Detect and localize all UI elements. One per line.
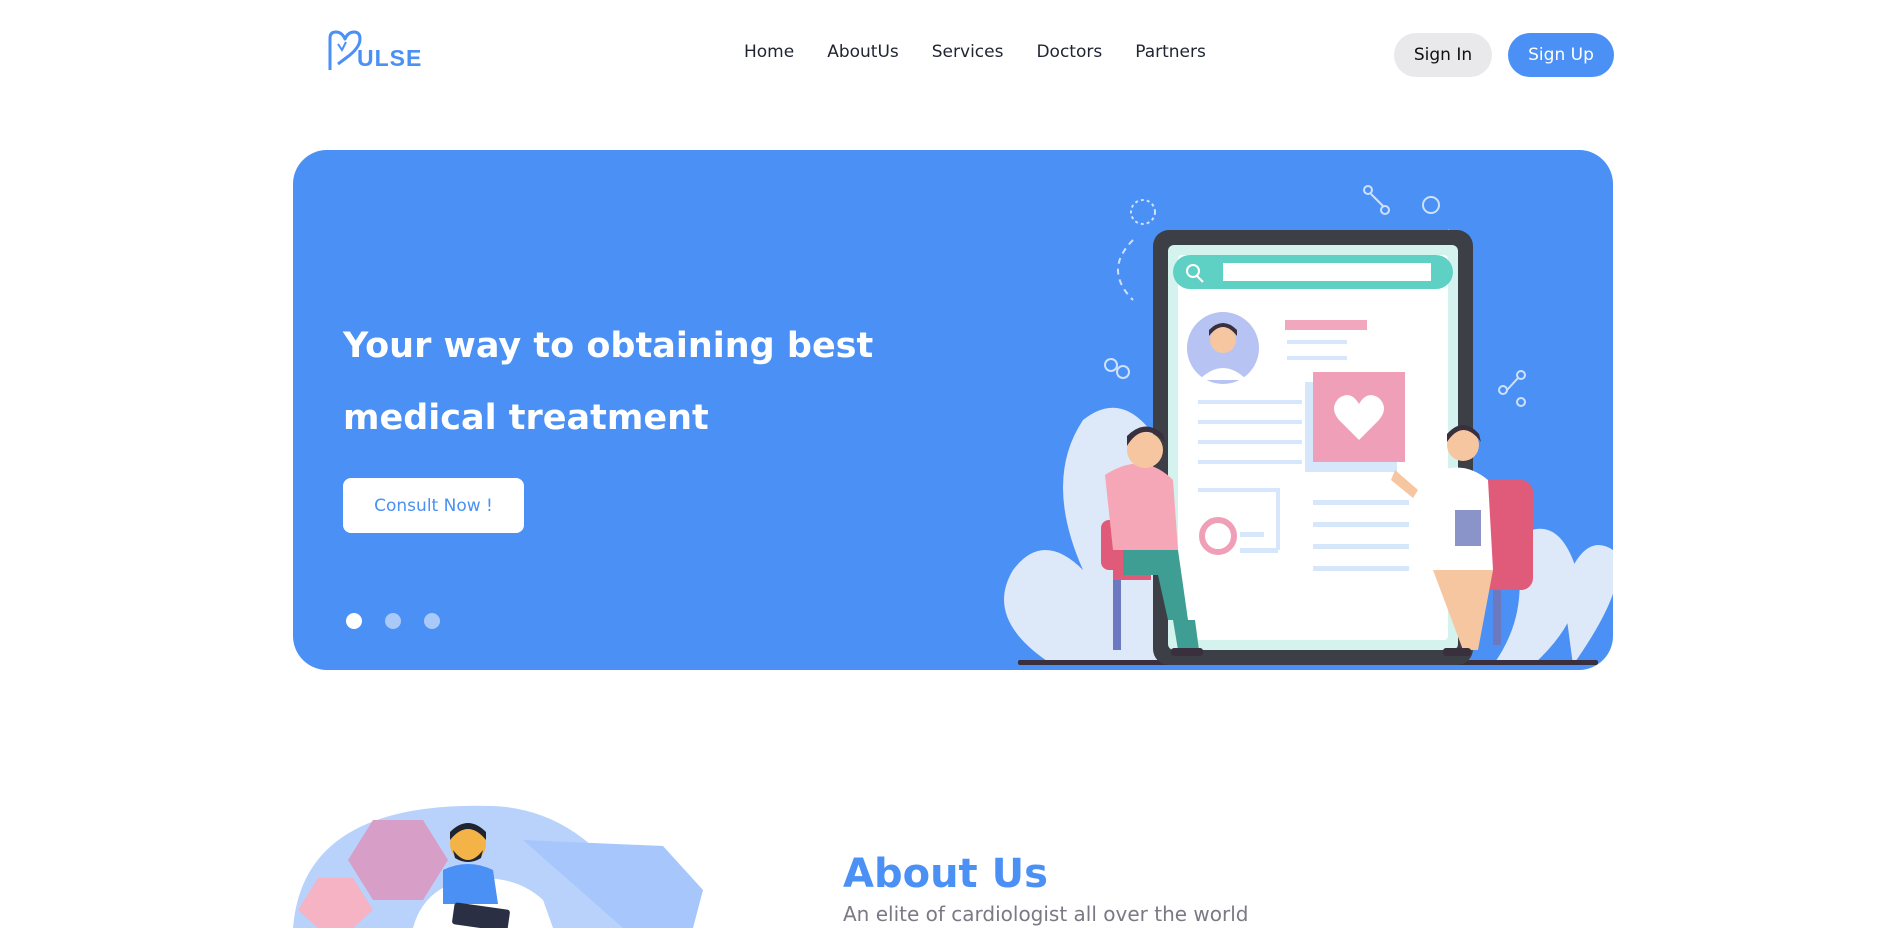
about-subtitle: An elite of cardiologist all over the wo… (843, 902, 1249, 926)
nav-about-us[interactable]: AboutUs (827, 42, 899, 62)
nav-home[interactable]: Home (744, 42, 794, 62)
telemedicine-illustration (1004, 185, 1613, 665)
hero-title-line-2: medical treatment (343, 398, 709, 438)
consult-now-button[interactable]: Consult Now ! (343, 478, 524, 533)
slider-dot-2[interactable] (385, 613, 401, 629)
nav-partners[interactable]: Partners (1135, 42, 1206, 62)
sign-up-button[interactable]: Sign Up (1508, 33, 1614, 77)
hero-title: Your way to obtaining best medical treat… (343, 310, 963, 454)
slider-dots (346, 613, 440, 629)
hero-banner: Your way to obtaining best medical treat… (293, 150, 1613, 670)
about-title: About Us (843, 851, 1048, 897)
sign-in-button[interactable]: Sign In (1394, 33, 1492, 77)
nav-doctors[interactable]: Doctors (1036, 42, 1102, 62)
main-nav: Home AboutUs Services Doctors Partners (744, 42, 1206, 62)
slider-dot-3[interactable] (424, 613, 440, 629)
slider-dot-1[interactable] (346, 613, 362, 629)
hero-title-line-1: Your way to obtaining best (343, 326, 874, 366)
nav-services[interactable]: Services (932, 42, 1004, 62)
pulse-logo[interactable]: ULSE (326, 30, 422, 74)
logo-text: ULSE (357, 45, 423, 71)
about-illustration (293, 800, 713, 928)
